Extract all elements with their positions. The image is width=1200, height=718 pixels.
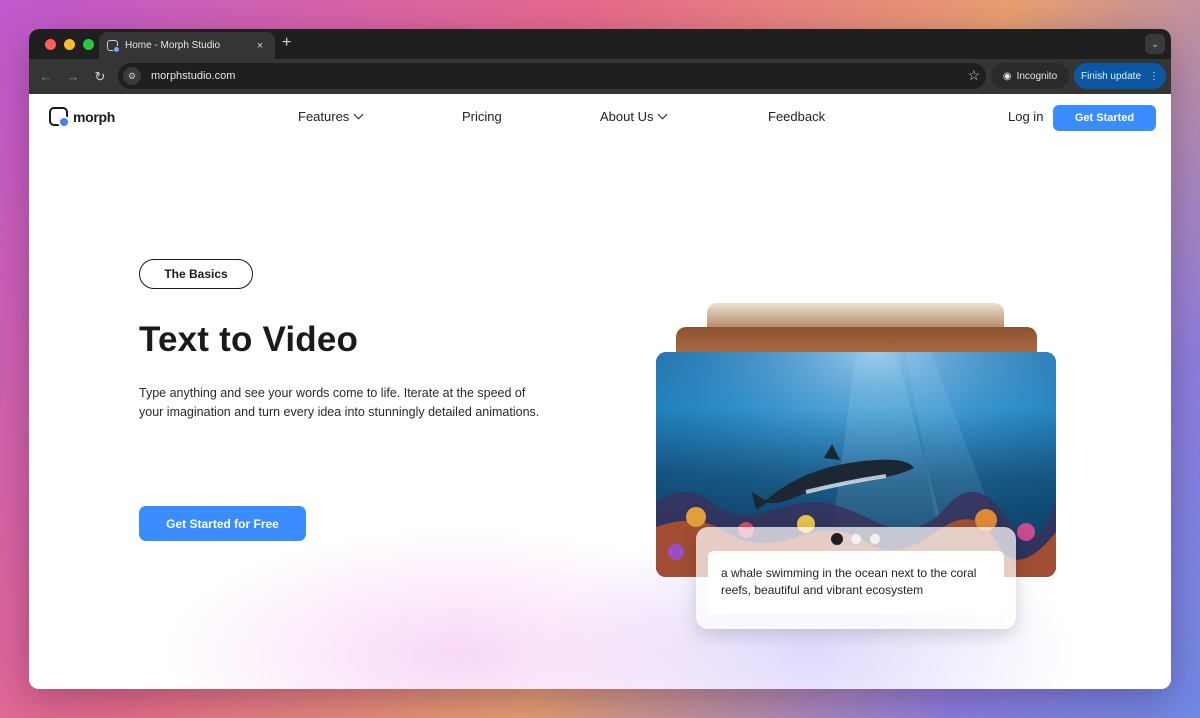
finish-update-label: Finish update — [1080, 70, 1142, 82]
site-settings-icon[interactable]: ⚙ — [123, 67, 141, 85]
tab-home[interactable]: Home - Morph Studio × — [99, 32, 275, 59]
close-window-button[interactable] — [45, 39, 56, 50]
chevron-down-icon — [353, 109, 364, 120]
browser-toolbar: ← → ↻ ⚙ morphstudio.com ☆ ◉ Incognito Fi… — [29, 59, 1171, 94]
get-started-button[interactable]: Get Started — [1053, 105, 1156, 131]
incognito-label: Incognito — [1016, 70, 1058, 82]
forward-button[interactable]: → — [63, 59, 83, 94]
maximize-window-button[interactable] — [83, 39, 94, 50]
incognito-indicator[interactable]: ◉ Incognito — [991, 63, 1069, 89]
carousel-dot[interactable] — [869, 533, 881, 545]
tab-strip: Home - Morph Studio × + ⌄ — [29, 29, 1171, 59]
bookmark-star-icon[interactable]: ☆ — [967, 67, 980, 84]
url-text[interactable]: morphstudio.com — [151, 70, 235, 82]
nav-pricing-label: Pricing — [462, 109, 502, 124]
window-controls — [45, 39, 94, 50]
reload-icon: ↻ — [94, 68, 106, 84]
incognito-icon: ◉ — [1002, 70, 1012, 82]
hero-title: Text to Video — [139, 320, 359, 359]
nav-about-label: About Us — [600, 109, 654, 124]
nav-pricing[interactable]: Pricing — [462, 109, 502, 124]
back-button[interactable]: ← — [36, 59, 56, 94]
carousel-dot[interactable] — [850, 533, 862, 545]
section-badge: The Basics — [139, 259, 253, 289]
morph-logo[interactable]: morph — [49, 107, 116, 128]
page-content: morph Features Pricing About Us Feedback… — [29, 94, 1171, 689]
carousel-dots — [831, 533, 881, 545]
minimize-window-button[interactable] — [64, 39, 75, 50]
nav-features[interactable]: Features — [298, 109, 364, 124]
arrow-left-icon: ← — [39, 69, 53, 84]
address-bar[interactable]: ⚙ morphstudio.com ☆ — [118, 63, 986, 89]
close-tab-icon[interactable]: × — [253, 40, 267, 52]
morph-favicon-icon — [107, 40, 120, 53]
arrow-right-icon: → — [66, 69, 80, 84]
prompt-caption: a whale swimming in the ocean next to th… — [708, 551, 1004, 614]
tab-search-button[interactable]: ⌄ — [1145, 34, 1165, 54]
carousel-dot[interactable] — [831, 533, 843, 545]
get-started-free-button[interactable]: Get Started for Free — [139, 506, 306, 541]
nav-about-us[interactable]: About Us — [600, 109, 668, 124]
finish-update-button[interactable]: Finish update ⋮ — [1074, 63, 1166, 89]
nav-feedback[interactable]: Feedback — [768, 109, 825, 124]
hero-description: Type anything and see your words come to… — [139, 386, 540, 419]
new-tab-button[interactable]: + — [282, 34, 291, 52]
nav-features-label: Features — [298, 109, 350, 124]
browser-window: Home - Morph Studio × + ⌄ ← → ↻ ⚙ morphs… — [29, 29, 1171, 689]
logo-text: morph — [73, 108, 116, 125]
chevron-down-icon: ⌄ — [1151, 38, 1159, 49]
tab-title: Home - Morph Studio — [125, 40, 221, 51]
more-vertical-icon: ⋮ — [1149, 70, 1160, 82]
morph-logo-icon — [49, 107, 70, 128]
login-link[interactable]: Log in — [1008, 109, 1043, 124]
reload-button[interactable]: ↻ — [90, 59, 110, 94]
nav-feedback-label: Feedback — [768, 109, 826, 124]
chevron-down-icon — [658, 109, 668, 120]
